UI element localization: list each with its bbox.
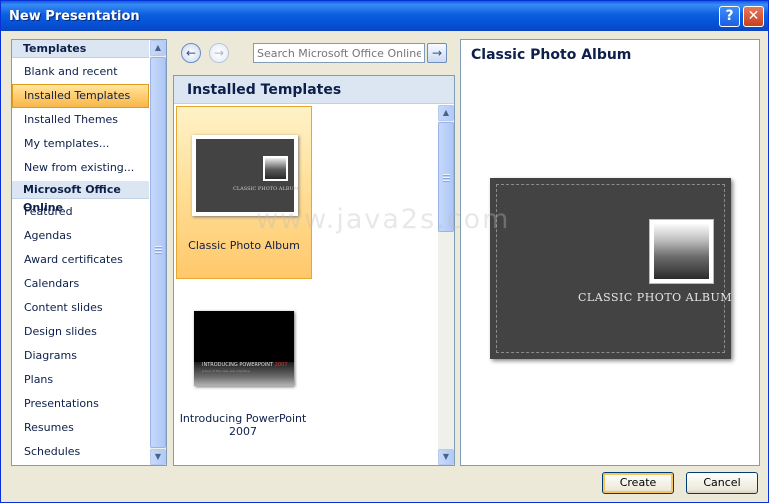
close-icon: ✕ — [747, 8, 760, 24]
new-presentation-dialog: New Presentation ? ✕ Templates Blank and… — [0, 0, 769, 503]
category-item-award-certificates[interactable]: Award certificates — [12, 248, 149, 272]
chevron-up-icon: ▲ — [442, 108, 450, 117]
category-item-agendas[interactable]: Agendas — [12, 224, 149, 248]
template-label: Introducing PowerPoint 2007 — [179, 412, 307, 438]
scroll-down-button[interactable]: ▼ — [150, 449, 166, 465]
category-item-resumes[interactable]: Resumes — [12, 416, 149, 440]
title-bar[interactable]: New Presentation ? ✕ — [1, 1, 768, 31]
category-item-diagrams[interactable]: Diagrams — [12, 344, 149, 368]
category-scrollbar[interactable]: ▲ ▼ — [150, 40, 166, 465]
chevron-down-icon: ▼ — [442, 452, 450, 461]
scroll-up-button[interactable]: ▲ — [150, 40, 166, 56]
chevron-up-icon: ▲ — [154, 43, 162, 52]
chevron-down-icon: ▼ — [154, 452, 162, 461]
template-tile-classic-photo-album[interactable]: CLASSIC PHOTO ALBUM Classic Photo Album — [176, 106, 312, 279]
scroll-thumb[interactable] — [150, 57, 166, 448]
preview-slide: CLASSIC PHOTO ALBUM — [490, 178, 733, 359]
category-item-presentations[interactable]: Presentations — [12, 392, 149, 416]
watermark: www.java2s.com — [256, 204, 511, 235]
search-input[interactable] — [253, 43, 425, 63]
category-item-my-templates[interactable]: My templates... — [12, 132, 149, 156]
category-item-installed-templates[interactable]: Installed Templates — [12, 84, 149, 108]
template-label: Classic Photo Album — [188, 239, 300, 252]
back-button[interactable]: ← — [181, 43, 201, 63]
category-item-installed-themes[interactable]: Installed Themes — [12, 108, 149, 132]
category-item-new-from-existing[interactable]: New from existing... — [12, 156, 149, 180]
category-header-office-online: Microsoft Office Online — [12, 181, 149, 214]
preview-caption: CLASSIC PHOTO ALBUM — [578, 291, 733, 304]
category-list: Templates Blank and recent Installed Tem… — [11, 39, 167, 466]
category-item-blank-recent[interactable]: Blank and recent — [12, 60, 149, 84]
preview-pane: Classic Photo Album CLASSIC PHOTO ALBUM — [460, 39, 760, 466]
category-item-calendars[interactable]: Calendars — [12, 272, 149, 296]
template-gallery: Installed Templates CLASSIC PHOTO ALBUM … — [173, 75, 455, 466]
forward-button[interactable]: → — [209, 43, 229, 63]
search-bar: ← → → — [173, 39, 455, 69]
thumbnail-caption: CLASSIC PHOTO ALBUM — [233, 186, 299, 192]
thumbnail-title: INTRODUCING POWERPOINT — [202, 362, 274, 368]
gallery-scrollbar[interactable]: ▲ ▼ — [438, 105, 454, 465]
arrow-right-icon: → — [213, 46, 225, 60]
category-item-design-slides[interactable]: Design slides — [12, 320, 149, 344]
gallery-header: Installed Templates — [174, 76, 454, 104]
category-item-schedules[interactable]: Schedules — [12, 440, 149, 464]
close-button[interactable]: ✕ — [743, 6, 764, 27]
arrow-left-icon: ← — [185, 46, 197, 60]
cancel-button[interactable]: Cancel — [686, 472, 758, 494]
scroll-down-button[interactable]: ▼ — [438, 449, 454, 465]
window-title: New Presentation — [9, 9, 140, 24]
preview-photo — [649, 219, 714, 284]
help-icon: ? — [725, 8, 734, 24]
category-item-content-slides[interactable]: Content slides — [12, 296, 149, 320]
template-thumbnail: INTRODUCING POWERPOINT 2007 A tour of th… — [194, 311, 294, 386]
arrow-right-icon: → — [431, 46, 443, 60]
category-item-featured[interactable]: Featured — [12, 200, 149, 224]
help-button[interactable]: ? — [719, 6, 740, 27]
search-go-button[interactable]: → — [427, 43, 447, 63]
thumbnail-subtitle: A tour of the new user interface — [202, 369, 250, 373]
scroll-up-button[interactable]: ▲ — [438, 105, 454, 121]
thumbnail-year: 2007 — [274, 362, 288, 368]
template-tile-introducing-powerpoint[interactable]: INTRODUCING POWERPOINT 2007 A tour of th… — [176, 284, 312, 444]
preview-title: Classic Photo Album — [471, 47, 632, 63]
category-header-templates: Templates — [12, 40, 149, 58]
create-button[interactable]: Create — [602, 472, 674, 494]
category-item-plans[interactable]: Plans — [12, 368, 149, 392]
